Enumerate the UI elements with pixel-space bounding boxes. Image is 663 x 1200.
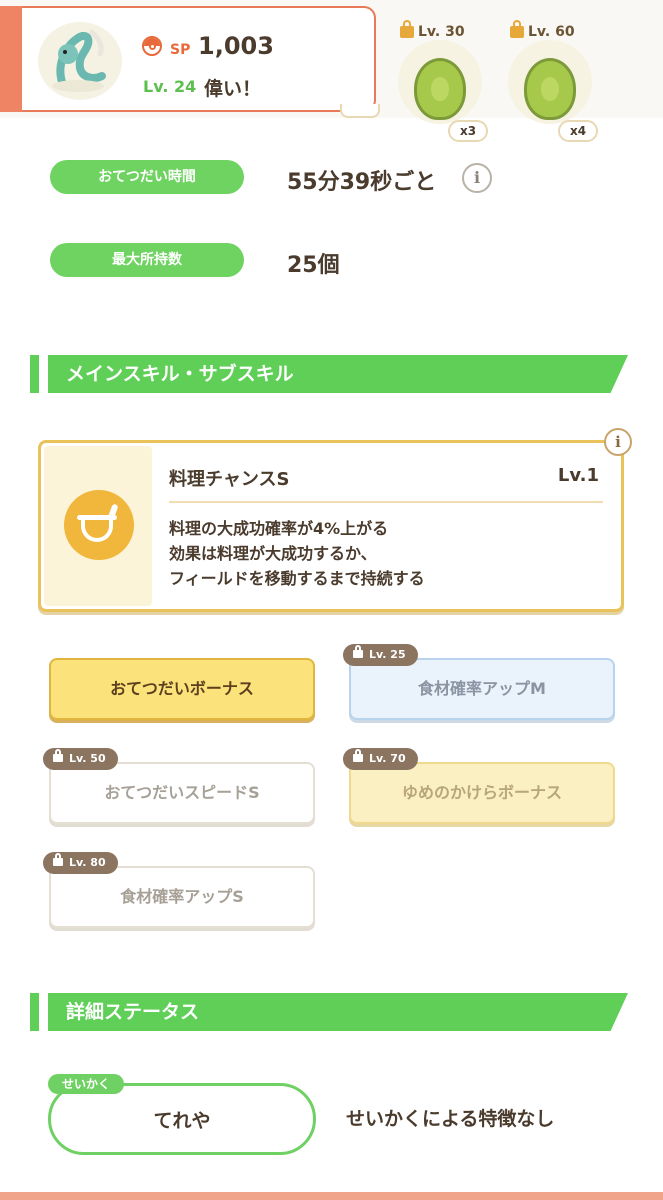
max-carry-value: 25個	[287, 253, 340, 278]
subskill-unlock-level: Lv. 25	[343, 644, 418, 666]
pokemon-card[interactable]: SP 1,003 Lv. 24 偉い！	[0, 6, 376, 112]
next-card-edge	[0, 1192, 663, 1200]
nature-name: てれや	[153, 1110, 211, 1132]
pokemon-title: 偉い！	[204, 78, 262, 100]
help-time-label: おてつだい時間	[50, 160, 244, 194]
dragon-icon	[52, 29, 106, 92]
subskill-unlock-level: Lv. 50	[43, 748, 118, 770]
ingredient-count: x3	[448, 120, 488, 142]
subskill-dream-shard-bonus[interactable]: ゆめのかけらボーナス	[349, 762, 615, 824]
nature-tag: せいかく	[48, 1074, 125, 1094]
pokemon-avatar	[38, 22, 122, 100]
lock-icon	[53, 749, 63, 762]
lock-icon	[353, 645, 363, 658]
subskill-ingredient-finder-s[interactable]: 食材確率アップS	[49, 866, 315, 928]
skill-info-icon[interactable]: i	[604, 428, 632, 456]
sp-value: 1,003	[198, 32, 274, 60]
lock-icon	[510, 20, 524, 38]
lock-icon	[353, 749, 363, 762]
section-title: メインスキル・サブスキル	[66, 363, 294, 385]
lock-icon	[53, 853, 63, 866]
info-icon[interactable]: i	[462, 163, 492, 193]
subskill-helping-bonus[interactable]: おてつだいボーナス	[49, 658, 315, 720]
help-time-value: 55分39秒ごと	[287, 170, 437, 195]
subskill-helping-speed-s[interactable]: おてつだいスピードS	[49, 762, 315, 824]
ingredient-level-tag: Lv. 60	[510, 20, 579, 44]
pokemon-level: Lv. 24	[143, 77, 197, 96]
subskill-unlock-level: Lv. 80	[43, 852, 118, 874]
details-section-header: 詳細ステータス	[30, 993, 628, 1031]
card-accent-bar	[0, 6, 22, 112]
subskill-unlock-level: Lv. 70	[343, 748, 418, 770]
divider	[169, 501, 603, 503]
skills-section-header: メインスキル・サブスキル	[30, 355, 628, 393]
lock-icon	[400, 20, 414, 38]
ingredient-level-tag: Lv. 30	[400, 20, 469, 44]
main-skill-level: Lv.1	[557, 465, 599, 486]
pokeball-icon	[142, 36, 162, 56]
max-carry-label: 最大所持数	[50, 243, 244, 277]
nature-description: せいかくによる特徴なし	[346, 1108, 555, 1130]
ingredient-slot-lv30[interactable]: Lv. 30 x3	[398, 20, 488, 142]
card-stack-edge	[340, 104, 380, 118]
ingredient-slot-lv60[interactable]: Lv. 60 x4	[508, 20, 598, 142]
main-skill-card[interactable]: 料理チャンスS Lv.1 料理の大成功確率が4%上がる 効果は料理が大成功するか…	[38, 440, 624, 612]
ingredient-count: x4	[558, 120, 598, 142]
sp-label: SP	[170, 42, 191, 58]
main-skill-description: 料理の大成功確率が4%上がる 効果は料理が大成功するか、 フィールドを移動するま…	[169, 519, 425, 588]
avocado-icon	[414, 58, 466, 120]
cooking-pot-icon	[64, 490, 134, 560]
avocado-icon	[524, 58, 576, 120]
main-skill-name: 料理チャンスS	[169, 469, 290, 490]
section-title: 詳細ステータス	[66, 1001, 200, 1023]
subskill-ingredient-finder-m[interactable]: 食材確率アップM	[349, 658, 615, 720]
